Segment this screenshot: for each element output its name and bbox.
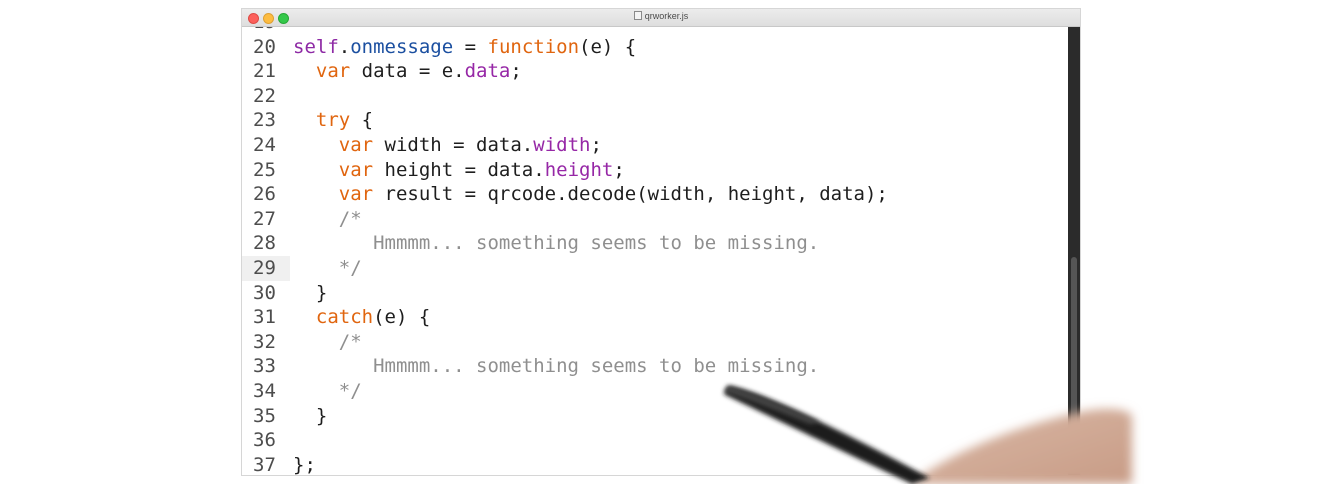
line-number: 36 [253, 429, 276, 452]
line-text: catch(e) { [315, 306, 431, 329]
code-line[interactable]: 37 }; [242, 453, 1068, 475]
line-text: */ [338, 256, 362, 279]
code-line[interactable]: 34 */ [242, 379, 1068, 404]
line-text: /* [338, 207, 362, 230]
title-bar: qrworker.js [242, 9, 1080, 27]
line-text: self.onmessage = function(e) { [293, 35, 637, 58]
line-number: 27 [253, 207, 276, 230]
window-title: qrworker.js [242, 11, 1080, 21]
code-line[interactable]: 21 var data = e.data; [242, 59, 1068, 84]
line-number: 23 [253, 109, 276, 132]
code-line[interactable]: 22 [242, 84, 1068, 109]
code-line[interactable]: 27 /* [242, 207, 1068, 232]
line-number: 30 [253, 281, 276, 304]
code-line[interactable]: 30 } [242, 281, 1068, 306]
code-lines: 19 20 self.onmessage = function(e) { 21 … [242, 27, 1068, 475]
line-number: 31 [253, 306, 276, 329]
code-line[interactable]: 23 try { [242, 108, 1068, 133]
code-line[interactable]: 32 /* [242, 330, 1068, 355]
code-line[interactable]: 31 catch(e) { [242, 305, 1068, 330]
line-number: 21 [253, 60, 276, 83]
line-text: var result = qrcode.decode(width, height… [338, 183, 888, 206]
vertical-scrollbar[interactable] [1068, 27, 1080, 475]
line-number: 29 [242, 255, 290, 281]
line-number: 22 [253, 84, 276, 107]
window-title-text: qrworker.js [644, 11, 689, 21]
code-line[interactable]: 28 Hmmmm... something seems to be missin… [242, 231, 1068, 256]
document-icon [633, 11, 642, 20]
line-number: 34 [253, 379, 276, 402]
line-number: 19 [242, 27, 290, 35]
line-text: } [315, 404, 328, 427]
line-text: */ [338, 379, 362, 402]
code-line[interactable]: 36 [242, 428, 1068, 453]
line-text: Hmmmm... something seems to be missing. [373, 232, 820, 255]
code-line[interactable]: 24 var width = data.width; [242, 133, 1068, 158]
line-number: 26 [253, 183, 276, 206]
code-line[interactable]: 33 Hmmmm... something seems to be missin… [242, 354, 1068, 379]
line-number: 37 [253, 453, 276, 475]
code-line-current[interactable]: 29 */ [242, 255, 1068, 281]
code-line[interactable]: 25 var height = data.height; [242, 158, 1068, 183]
line-text: } [315, 281, 328, 304]
line-number: 32 [253, 330, 276, 353]
editor-window: qrworker.js 19 20 self.onmessage = funct… [242, 9, 1080, 475]
line-number: 25 [253, 158, 276, 181]
line-text: var data = e.data; [315, 60, 522, 83]
line-text: /* [338, 330, 362, 353]
line-number: 33 [253, 355, 276, 378]
code-line[interactable]: 35 } [242, 404, 1068, 429]
line-number: 35 [253, 404, 276, 427]
scroll-thumb[interactable] [1071, 257, 1077, 467]
code-line[interactable]: 19 [242, 27, 1068, 35]
code-line[interactable]: 20 self.onmessage = function(e) { [242, 35, 1068, 60]
line-text: }; [293, 453, 316, 475]
line-text: try { [315, 109, 374, 132]
line-number: 24 [253, 133, 276, 156]
line-text: var height = data.height; [338, 158, 625, 181]
line-text: Hmmmm... something seems to be missing. [373, 355, 820, 378]
code-line[interactable]: 26 var result = qrcode.decode(width, hei… [242, 182, 1068, 207]
line-number: 20 [253, 35, 276, 58]
line-number: 28 [253, 232, 276, 255]
line-text: var width = data.width; [338, 133, 602, 156]
code-editor[interactable]: 19 20 self.onmessage = function(e) { 21 … [242, 27, 1068, 475]
